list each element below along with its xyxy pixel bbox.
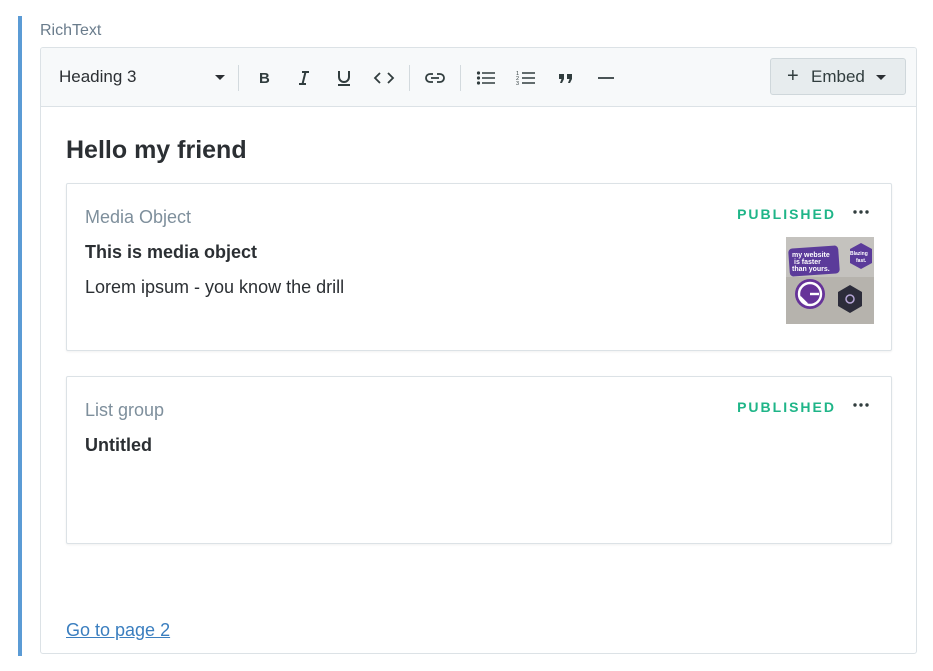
- bulleted-list-button[interactable]: [473, 65, 499, 91]
- field-accent-bar: [18, 16, 22, 656]
- block-style-value: Heading 3: [59, 67, 137, 86]
- page-link[interactable]: Go to page 2: [66, 620, 170, 641]
- quote-button[interactable]: [553, 65, 579, 91]
- embed-button[interactable]: + Embed: [770, 58, 906, 95]
- richtext-editor: Heading 3 B 1 2 3 + Embed Hello my frien…: [40, 47, 917, 654]
- entry-content-type: Media Object: [85, 207, 192, 227]
- block-style-dropdown[interactable]: Heading 3: [59, 64, 225, 90]
- toolbar-divider: [460, 65, 461, 91]
- entry-content-type: List group: [85, 400, 165, 420]
- italic-icon: [299, 71, 309, 85]
- horizontal-rule-icon: [598, 77, 614, 79]
- numbered-list-icon: 1 2 3: [516, 71, 535, 86]
- sticker-text: Blazing: [850, 251, 868, 257]
- italic-button[interactable]: [291, 65, 317, 91]
- more-options-icon: [853, 403, 869, 407]
- content-heading: Hello my friend: [66, 136, 247, 164]
- richtext-field: RichText Heading 3 B 1 2 3 + Embed Hello…: [0, 0, 933, 671]
- embed-button-label: Embed: [811, 67, 865, 86]
- bulleted-list-icon: [476, 71, 495, 85]
- status-badge: PUBLISHED: [737, 206, 836, 222]
- more-options-icon: [853, 210, 869, 214]
- bold-button[interactable]: B: [251, 65, 277, 91]
- status-badge: PUBLISHED: [737, 399, 836, 415]
- field-label: RichText: [40, 22, 102, 39]
- card-actions-button[interactable]: [851, 395, 871, 415]
- bold-icon: B: [259, 70, 270, 86]
- svg-text:B: B: [259, 70, 270, 86]
- thumbnail-image: my website is faster than yours. Blazing…: [786, 237, 874, 324]
- toolbar-divider: [238, 65, 239, 91]
- editor-toolbar: Heading 3 B 1 2 3 + Embed: [41, 48, 916, 107]
- sticker-text: my website: [792, 252, 830, 259]
- horizontal-rule-button[interactable]: [593, 65, 619, 91]
- plus-icon: +: [787, 65, 799, 87]
- entry-title: This is media object: [85, 242, 258, 262]
- link-icon: [425, 73, 445, 83]
- chevron-down-icon: [215, 75, 225, 80]
- code-button[interactable]: [371, 65, 397, 91]
- embedded-entry-card[interactable]: List group PUBLISHED Untitled: [66, 376, 892, 544]
- numbered-list-button[interactable]: 1 2 3: [513, 65, 539, 91]
- entry-description: Lorem ipsum - you know the drill: [85, 277, 345, 297]
- underline-icon: [338, 71, 350, 86]
- embedded-entry-card[interactable]: Media Object PUBLISHED This is media obj…: [66, 183, 892, 351]
- editor-content[interactable]: Hello my friend Media Object PUBLISHED T…: [41, 107, 916, 653]
- card-actions-button[interactable]: [851, 202, 871, 222]
- underline-button[interactable]: [331, 65, 357, 91]
- link-button[interactable]: [422, 65, 448, 91]
- sticker-text: is faster: [794, 259, 821, 266]
- entry-title: Untitled: [85, 435, 152, 455]
- toolbar-divider: [409, 65, 410, 91]
- sticker-text: than yours.: [792, 266, 830, 273]
- quote-icon: [559, 74, 572, 83]
- code-icon: [373, 72, 395, 84]
- chevron-down-icon: [876, 75, 886, 80]
- sticker-text: fast.: [856, 258, 867, 264]
- svg-text:3: 3: [516, 81, 519, 86]
- entry-thumbnail: my website is faster than yours. Blazing…: [786, 237, 874, 324]
